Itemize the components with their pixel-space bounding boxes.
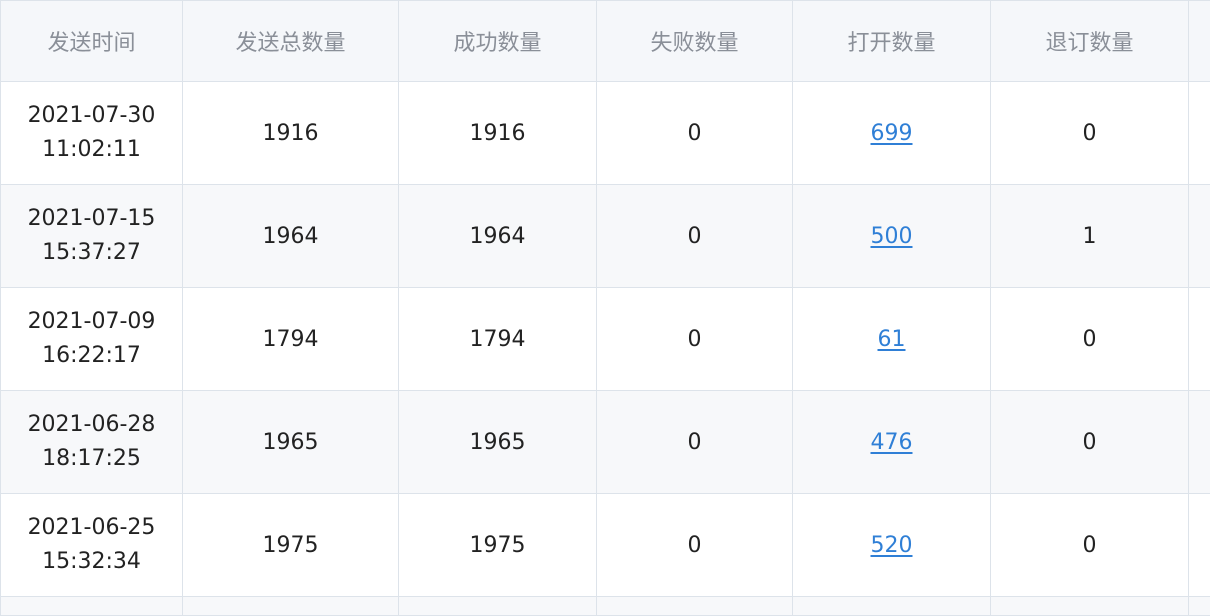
send-clock: 15:37:27	[1, 236, 182, 270]
unsubscribed-count-cell: 0	[991, 82, 1189, 185]
send-date: 2021-07-30	[1, 99, 182, 133]
opened-count-link[interactable]: 699	[871, 121, 913, 146]
send-date: 2021-07-09	[1, 305, 182, 339]
header-send-time: 发送时间	[1, 1, 183, 82]
success-count-cell: 1975	[399, 494, 597, 597]
header-edge	[1189, 1, 1210, 82]
header-unsubscribed-count: 退订数量	[991, 1, 1189, 82]
header-success-count: 成功数量	[399, 1, 597, 82]
failed-count-cell: 0	[597, 494, 793, 597]
header-failed-count: 失败数量	[597, 1, 793, 82]
edge-cell	[1189, 288, 1210, 391]
opened-count-cell: 500	[793, 185, 991, 288]
table-header-row: 发送时间 发送总数量 成功数量 失败数量 打开数量 退订数量	[1, 1, 1210, 82]
send-clock: 15:32:34	[1, 545, 182, 579]
opened-count-cell: 476	[793, 391, 991, 494]
edge-cell	[1189, 494, 1210, 597]
success-count-cell: 1965	[399, 391, 597, 494]
edge-cell	[1189, 82, 1210, 185]
failed-count-cell: 0	[597, 82, 793, 185]
edge-cell	[1189, 185, 1210, 288]
table-row: 2021-07-15 15:37:27 1964 1964 0 500 1	[1, 185, 1210, 288]
opened-count-cell: 520	[793, 494, 991, 597]
send-date: 2021-06-28	[1, 408, 182, 442]
send-date: 2021-06-25	[1, 511, 182, 545]
failed-count-cell: 0	[597, 288, 793, 391]
table-row: 2021-06-28 18:17:25 1965 1965 0 476 0	[1, 391, 1210, 494]
success-count-cell: 1794	[399, 288, 597, 391]
total-sent-cell: 1965	[183, 391, 399, 494]
header-total-sent: 发送总数量	[183, 1, 399, 82]
total-sent-cell: 1975	[183, 494, 399, 597]
table-row: 2021-06-25 15:32:34 1975 1975 0 520 0	[1, 494, 1210, 597]
send-time-cell: 2021-07-30 11:02:11	[1, 82, 183, 185]
total-sent-cell: 1964	[183, 185, 399, 288]
unsubscribed-count-cell: 0	[991, 494, 1189, 597]
send-clock: 11:02:11	[1, 133, 182, 167]
failed-count-cell: 0	[597, 185, 793, 288]
unsubscribed-count-cell: 1	[991, 185, 1189, 288]
opened-count-link[interactable]: 476	[871, 430, 913, 455]
send-time-cell: 2021-06-25 15:32:34	[1, 494, 183, 597]
send-clock: 18:17:25	[1, 442, 182, 476]
table-row-partial	[1, 597, 1210, 616]
total-sent-cell: 1794	[183, 288, 399, 391]
send-date: 2021-07-15	[1, 202, 182, 236]
opened-count-cell: 699	[793, 82, 991, 185]
opened-count-link[interactable]: 61	[878, 327, 906, 352]
send-time-cell: 2021-07-09 16:22:17	[1, 288, 183, 391]
send-time-cell: 2021-07-15 15:37:27	[1, 185, 183, 288]
table-row: 2021-07-30 11:02:11 1916 1916 0 699 0	[1, 82, 1210, 185]
opened-count-link[interactable]: 520	[871, 533, 913, 558]
failed-count-cell: 0	[597, 391, 793, 494]
send-stats-table: 发送时间 发送总数量 成功数量 失败数量 打开数量 退订数量 2021-07-3…	[0, 0, 1210, 616]
success-count-cell: 1964	[399, 185, 597, 288]
opened-count-link[interactable]: 500	[871, 224, 913, 249]
unsubscribed-count-cell: 0	[991, 391, 1189, 494]
edge-cell	[1189, 391, 1210, 494]
unsubscribed-count-cell: 0	[991, 288, 1189, 391]
opened-count-cell: 61	[793, 288, 991, 391]
header-opened-count: 打开数量	[793, 1, 991, 82]
table-row: 2021-07-09 16:22:17 1794 1794 0 61 0	[1, 288, 1210, 391]
send-clock: 16:22:17	[1, 339, 182, 373]
total-sent-cell: 1916	[183, 82, 399, 185]
send-time-cell: 2021-06-28 18:17:25	[1, 391, 183, 494]
success-count-cell: 1916	[399, 82, 597, 185]
